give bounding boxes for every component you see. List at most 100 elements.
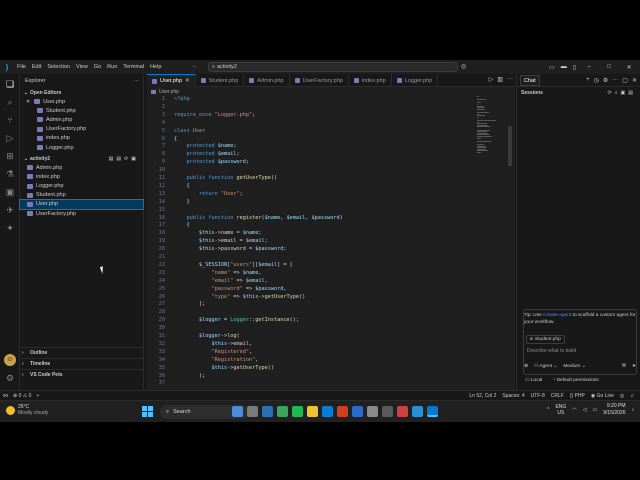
close-icon[interactable]: ✕ [26, 99, 30, 105]
end-of-line[interactable]: CRLF [551, 393, 564, 399]
tab-logger[interactable]: Logger.php [392, 74, 439, 87]
open-editor-item[interactable]: index.php [20, 134, 143, 143]
maximize-button[interactable]: □ [602, 64, 616, 70]
encoding[interactable]: UTF-8 [531, 393, 545, 399]
file-item[interactable]: Admin.php [20, 163, 143, 172]
menu-item-help[interactable]: Help [147, 64, 164, 70]
local-toggle[interactable]: ▭ Local [525, 378, 542, 383]
attach-icon[interactable]: ⊕ [524, 364, 528, 369]
gear-icon[interactable]: ⚙ [603, 77, 608, 84]
store-icon[interactable] [277, 406, 288, 417]
go-live[interactable]: ◉ Go Live [591, 393, 614, 399]
extensions-icon[interactable]: ⊞ [4, 150, 16, 162]
tip-link[interactable]: /create-agent [543, 313, 571, 318]
run-debug-icon[interactable]: ▷ [4, 132, 16, 144]
edge-icon[interactable] [322, 406, 333, 417]
new-chat-icon[interactable]: + [586, 77, 590, 84]
copilot-icon[interactable]: ◎ [461, 63, 466, 70]
minimize-button[interactable]: – [582, 64, 596, 70]
menu-item-run[interactable]: Run [104, 64, 120, 70]
send-icon[interactable]: ➤ [632, 364, 636, 369]
sparkle-icon[interactable]: ✦ [4, 222, 16, 234]
vscode-blue-icon[interactable] [352, 406, 363, 417]
breadcrumb[interactable]: User.php [147, 87, 179, 96]
source-control-icon[interactable]: ⑂ [4, 114, 16, 126]
tab-student[interactable]: Student.php [196, 74, 245, 87]
folder-actions-icon[interactable]: ▤▤⟳▣ [109, 156, 139, 162]
widgets-icon[interactable] [232, 406, 243, 417]
notifications-icon[interactable]: ♫ [630, 393, 634, 399]
remote-icon[interactable]: ⋈ [3, 393, 8, 399]
folder-icon[interactable] [307, 406, 318, 417]
menu-item-terminal[interactable]: Terminal [120, 64, 147, 70]
teams-icon[interactable] [412, 406, 423, 417]
notification-bell-icon[interactable]: ♪ [632, 407, 635, 413]
agent-dropdown[interactable]: ⚇ Agent ⌄ [534, 364, 557, 369]
open-editor-item[interactable]: Logger.php [20, 143, 143, 152]
language-indicator[interactable]: ENG US [555, 404, 566, 416]
copilot-status-icon[interactable]: ◎ [620, 393, 624, 399]
weather-widget[interactable]: 25°C Mostly cloudy [6, 404, 48, 416]
run-icon[interactable]: ▷ [489, 76, 494, 83]
scrollbar[interactable] [507, 96, 513, 390]
layout-sidebar-icon[interactable]: ▯ [573, 64, 576, 71]
command-center-search[interactable]: ⌕ activity2 [208, 62, 458, 72]
file-item[interactable]: Student.php [20, 191, 143, 200]
file-explorer-icon[interactable] [262, 406, 273, 417]
timeline-section[interactable]: › Timeline [20, 358, 144, 369]
code-editor[interactable]: 1 <?php 2 3 require_once "Logger.php"; 4 5 clas… [147, 96, 487, 390]
attached-file-chip[interactable]: ■ Student.php [526, 335, 565, 344]
history-icon[interactable]: ◷ [594, 77, 599, 84]
menu-item-edit[interactable]: Edit [29, 64, 44, 70]
open-editor-item[interactable]: Student.php [20, 106, 143, 115]
minimap[interactable] [477, 96, 501, 156]
wifi-icon[interactable]: ◠ [572, 407, 576, 413]
menu-item-view[interactable]: View [73, 64, 91, 70]
cursor-position[interactable]: Ln 52, Col 2 [469, 393, 496, 399]
scrollbar-thumb[interactable] [508, 126, 512, 166]
layout-icon[interactable]: ▭ [549, 64, 555, 71]
maximize-icon[interactable]: ▢ [622, 77, 628, 84]
app-icon[interactable] [397, 406, 408, 417]
split-editor-icon[interactable]: ▥ [497, 76, 503, 83]
outline-section[interactable]: › Outline [20, 347, 144, 358]
more-actions-icon[interactable]: ··· [612, 77, 618, 84]
terminal-icon[interactable] [382, 406, 393, 417]
close-icon[interactable]: ✕ [632, 77, 637, 84]
tab-userfactory[interactable]: UserFactory.php [290, 74, 349, 87]
sessions-actions-icon[interactable]: ⟳⌕▣▤ [608, 90, 636, 96]
file-item[interactable]: UserFactory.php [20, 209, 143, 218]
layout-panel-icon[interactable]: ▬ [561, 64, 567, 70]
close-button[interactable]: ✕ [622, 64, 636, 71]
open-editor-item[interactable]: ✕ User.php [20, 97, 143, 106]
start-button[interactable] [142, 406, 153, 417]
chat-tab[interactable]: Chat [520, 74, 540, 86]
tray-chevron-icon[interactable]: ^ [547, 407, 549, 413]
testing-icon[interactable]: ⚗ [4, 168, 16, 180]
steam-icon[interactable] [367, 406, 378, 417]
language-mode[interactable]: {} PHP [570, 393, 585, 399]
volume-icon[interactable]: ◁ [583, 407, 587, 413]
tab-index[interactable]: index.php [349, 74, 392, 87]
search-icon[interactable]: ⌕ [4, 96, 16, 108]
chat-input-placeholder[interactable]: Describe what to build [527, 348, 576, 354]
open-editor-item[interactable]: UserFactory.php [20, 125, 143, 134]
tab-admin[interactable]: Admin.php [244, 74, 290, 87]
close-icon[interactable]: ✕ [185, 78, 190, 84]
tools-icon[interactable]: ⚒ [622, 364, 626, 369]
permissions-toggle[interactable]: ◔ Default permissions [552, 378, 598, 383]
ports-icon[interactable]: ⑂ [36, 393, 39, 399]
menu-item-go[interactable]: Go [91, 64, 104, 70]
tab-user[interactable]: User.php ✕ [147, 74, 196, 87]
task-view-icon[interactable] [247, 406, 258, 417]
more-actions-icon[interactable]: ··· [134, 78, 140, 84]
remote-icon[interactable]: ▣ [4, 186, 16, 198]
gear-icon[interactable]: ⚙ [4, 372, 16, 384]
errors-indicator[interactable]: ⊗ 0 ⚠ 0 [13, 393, 31, 399]
model-dropdown[interactable]: Medium ⌄ [563, 364, 585, 369]
vscode-icon[interactable] [427, 406, 438, 417]
indentation[interactable]: Spaces: 4 [502, 393, 524, 399]
folder-section[interactable]: ⌄ activity2 ▤▤⟳▣ [20, 154, 143, 163]
file-item[interactable]: User.php [19, 198, 144, 211]
file-item[interactable]: Logger.php [20, 182, 143, 191]
